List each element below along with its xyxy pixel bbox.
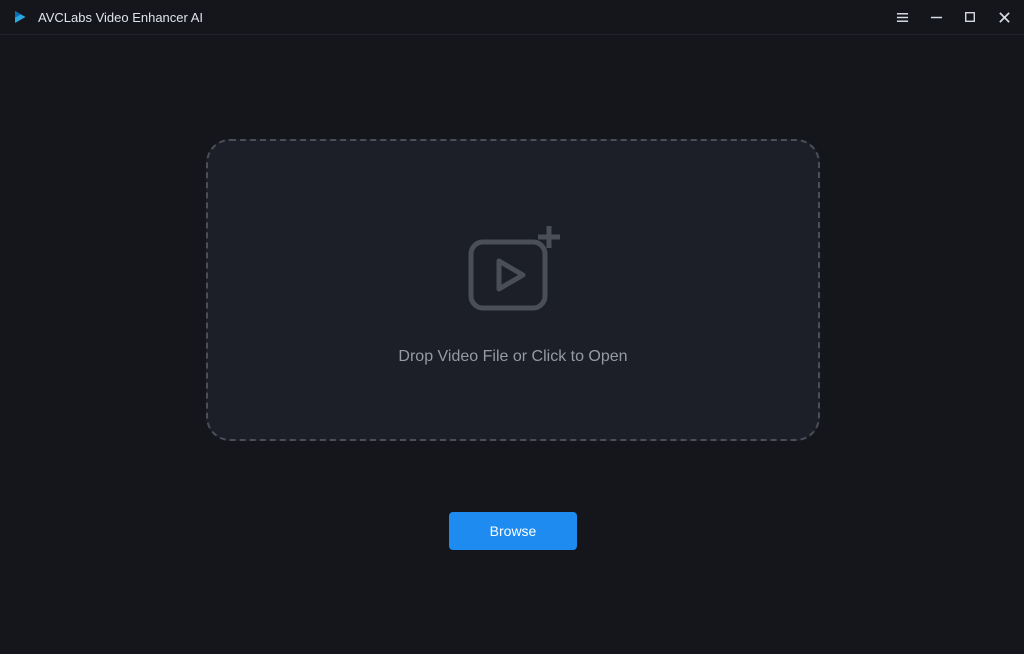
dropzone-prompt: Drop Video File or Click to Open	[398, 348, 627, 366]
titlebar-left: AVCLabs Video Enhancer AI	[12, 8, 203, 26]
window-controls	[894, 9, 1012, 25]
main-area: Drop Video File or Click to Open Browse	[0, 35, 1024, 654]
minimize-icon[interactable]	[928, 9, 944, 25]
video-dropzone[interactable]: Drop Video File or Click to Open	[206, 139, 820, 441]
browse-button[interactable]: Browse	[449, 512, 577, 550]
app-logo-icon	[12, 8, 30, 26]
maximize-icon[interactable]	[962, 9, 978, 25]
browse-button-label: Browse	[490, 523, 537, 539]
menu-icon[interactable]	[894, 9, 910, 25]
close-icon[interactable]	[996, 9, 1012, 25]
app-title: AVCLabs Video Enhancer AI	[38, 10, 203, 25]
add-video-icon	[465, 226, 561, 314]
titlebar: AVCLabs Video Enhancer AI	[0, 0, 1024, 35]
